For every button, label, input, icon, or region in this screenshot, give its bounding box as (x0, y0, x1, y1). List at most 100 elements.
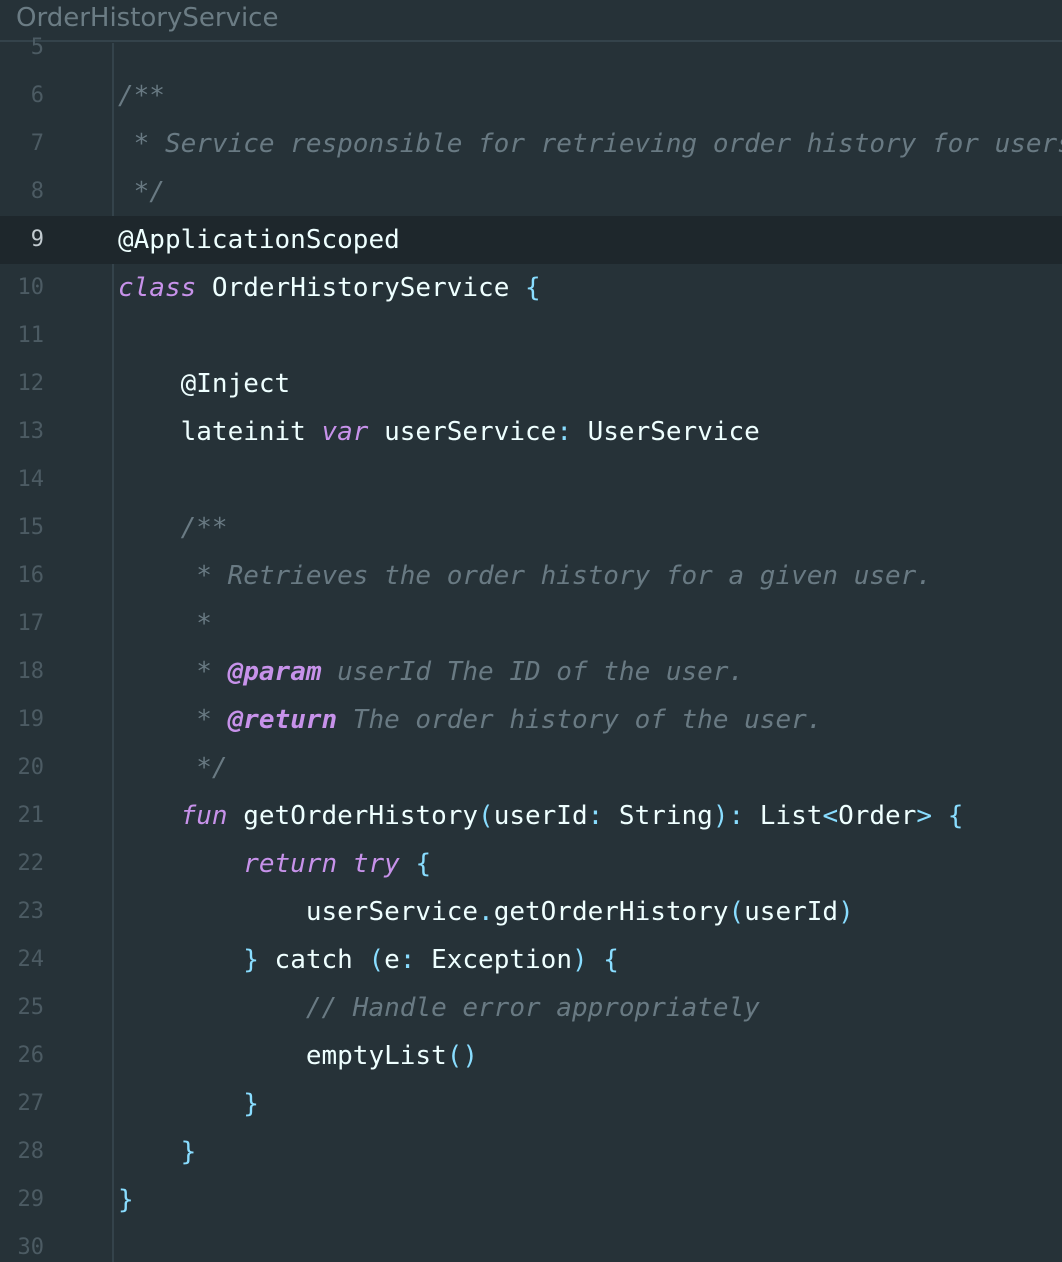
code-line[interactable]: 10 class OrderHistoryService { (0, 264, 1062, 312)
code-token: < (822, 801, 839, 831)
line-number[interactable]: 16 (0, 552, 45, 600)
line-number[interactable]: 26 (0, 1032, 45, 1080)
line-number[interactable]: 5 (0, 24, 44, 72)
line-text[interactable]: return try { (118, 840, 431, 888)
code-token: @return (227, 705, 338, 735)
code-line[interactable]: 16 * Retrieves the order history for a g… (0, 552, 1062, 600)
code-line[interactable]: 15 /** (0, 504, 1062, 552)
line-text[interactable]: * @return The order history of the user. (118, 696, 822, 744)
code-line[interactable]: 25 // Handle error appropriately (0, 984, 1062, 1032)
code-line[interactable]: 22 return try { (0, 840, 1062, 888)
line-number[interactable]: 9 (0, 216, 44, 264)
line-text[interactable]: /** (118, 504, 228, 552)
line-number[interactable]: 22 (0, 840, 45, 888)
code-line[interactable]: 30 (0, 1224, 1062, 1262)
line-text[interactable]: } (118, 1080, 259, 1128)
code-line[interactable]: 18 * @param userId The ID of the user. (0, 648, 1062, 696)
code-line[interactable]: 23 userService.getOrderHistory(userId) (0, 888, 1062, 936)
line-number[interactable]: 19 (0, 696, 45, 744)
code-token: emptyList (118, 1041, 447, 1071)
code-token: . (478, 897, 494, 927)
line-text[interactable]: } (118, 1128, 197, 1176)
line-number[interactable]: 6 (0, 72, 44, 120)
line-number[interactable]: 8 (0, 168, 44, 216)
line-text[interactable]: * @param userId The ID of the user. (118, 648, 744, 696)
code-line[interactable]: 13 lateinit var userService: UserService (0, 408, 1062, 456)
code-line[interactable]: 11 (0, 312, 1062, 360)
line-number[interactable]: 27 (0, 1080, 45, 1128)
line-number[interactable]: 25 (0, 984, 45, 1032)
line-text[interactable]: fun getOrderHistory(userId: String): Lis… (118, 792, 964, 840)
line-number[interactable]: 21 (0, 792, 45, 840)
code-token: ) (571, 945, 588, 975)
code-line[interactable]: 21 fun getOrderHistory(userId: String): … (0, 792, 1062, 840)
code-token: : (556, 417, 572, 447)
code-line[interactable]: 26 emptyList() (0, 1032, 1062, 1080)
line-number[interactable]: 20 (0, 744, 45, 792)
code-line[interactable]: 14 (0, 456, 1062, 504)
code-line[interactable]: 29} (0, 1176, 1062, 1224)
code-token: */ (118, 753, 228, 783)
code-line[interactable]: 9 @ApplicationScoped (0, 216, 1062, 264)
line-text[interactable]: */ (118, 168, 165, 216)
code-line[interactable]: 12 @Inject (0, 360, 1062, 408)
line-text[interactable]: */ (118, 744, 228, 792)
line-number[interactable]: 17 (0, 600, 45, 648)
line-number[interactable]: 11 (0, 312, 45, 360)
code-token: UserService (571, 417, 760, 447)
code-token: e (384, 945, 400, 975)
line-number[interactable]: 15 (0, 504, 45, 552)
code-line[interactable]: 20 */ (0, 744, 1062, 792)
code-token: * Retrieves the order history for a give… (118, 561, 932, 591)
line-text[interactable]: * (118, 600, 212, 648)
line-text[interactable]: lateinit var userService: UserService (118, 408, 760, 456)
code-token: List (744, 801, 823, 831)
code-token: : (399, 945, 416, 975)
code-line[interactable]: 28 } (0, 1128, 1062, 1176)
line-text[interactable]: @ApplicationScoped (118, 216, 400, 264)
line-text[interactable]: userService.getOrderHistory(userId) (118, 888, 854, 936)
line-text[interactable]: emptyList() (118, 1032, 478, 1080)
code-token: { (947, 801, 964, 831)
line-number[interactable]: 30 (0, 1224, 45, 1262)
code-token: OrderHistoryService (196, 273, 526, 303)
line-number[interactable]: 10 (0, 264, 45, 312)
code-token: // Handle error appropriately (118, 993, 760, 1023)
line-text[interactable]: /** (118, 72, 165, 120)
code-token: /** (118, 513, 228, 543)
line-number[interactable]: 24 (0, 936, 45, 984)
line-number[interactable]: 14 (0, 456, 45, 504)
code-line[interactable]: 7 * Service responsible for retrieving o… (0, 120, 1062, 168)
code-line[interactable]: 8 */ (0, 168, 1062, 216)
line-text[interactable]: class OrderHistoryService { (118, 264, 541, 312)
code-line[interactable]: 17 * (0, 600, 1062, 648)
code-token: getOrderHistory (227, 801, 479, 831)
line-number[interactable]: 29 (0, 1176, 45, 1224)
line-text[interactable]: * Retrieves the order history for a give… (118, 552, 932, 600)
code-line[interactable]: 19 * @return The order history of the us… (0, 696, 1062, 744)
line-text[interactable]: } catch (e: Exception) { (118, 936, 619, 984)
line-text[interactable]: } (118, 1176, 134, 1224)
line-text[interactable]: // Handle error appropriately (118, 984, 760, 1032)
line-number[interactable]: 28 (0, 1128, 45, 1176)
code-token: return (118, 849, 338, 879)
code-editor[interactable]: OrderHistoryService 5 6 /** 7 * Service res… (0, 0, 1062, 1262)
code-line[interactable]: 5 (0, 24, 1062, 72)
line-number[interactable]: 18 (0, 648, 45, 696)
line-number[interactable]: 13 (0, 408, 45, 456)
code-line[interactable]: 27 } (0, 1080, 1062, 1128)
line-number[interactable]: 7 (0, 120, 44, 168)
line-text[interactable]: @Inject (118, 360, 291, 408)
line-text[interactable]: * Service responsible for retrieving ord… (118, 120, 1062, 168)
code-token: @Inject (118, 369, 291, 399)
code-token: fun (118, 801, 228, 831)
code-line[interactable]: 24 } catch (e: Exception) { (0, 936, 1062, 984)
line-number[interactable]: 12 (0, 360, 45, 408)
code-line[interactable]: 6 /** (0, 72, 1062, 120)
line-number[interactable]: 23 (0, 888, 45, 936)
code-token: String (603, 801, 713, 831)
